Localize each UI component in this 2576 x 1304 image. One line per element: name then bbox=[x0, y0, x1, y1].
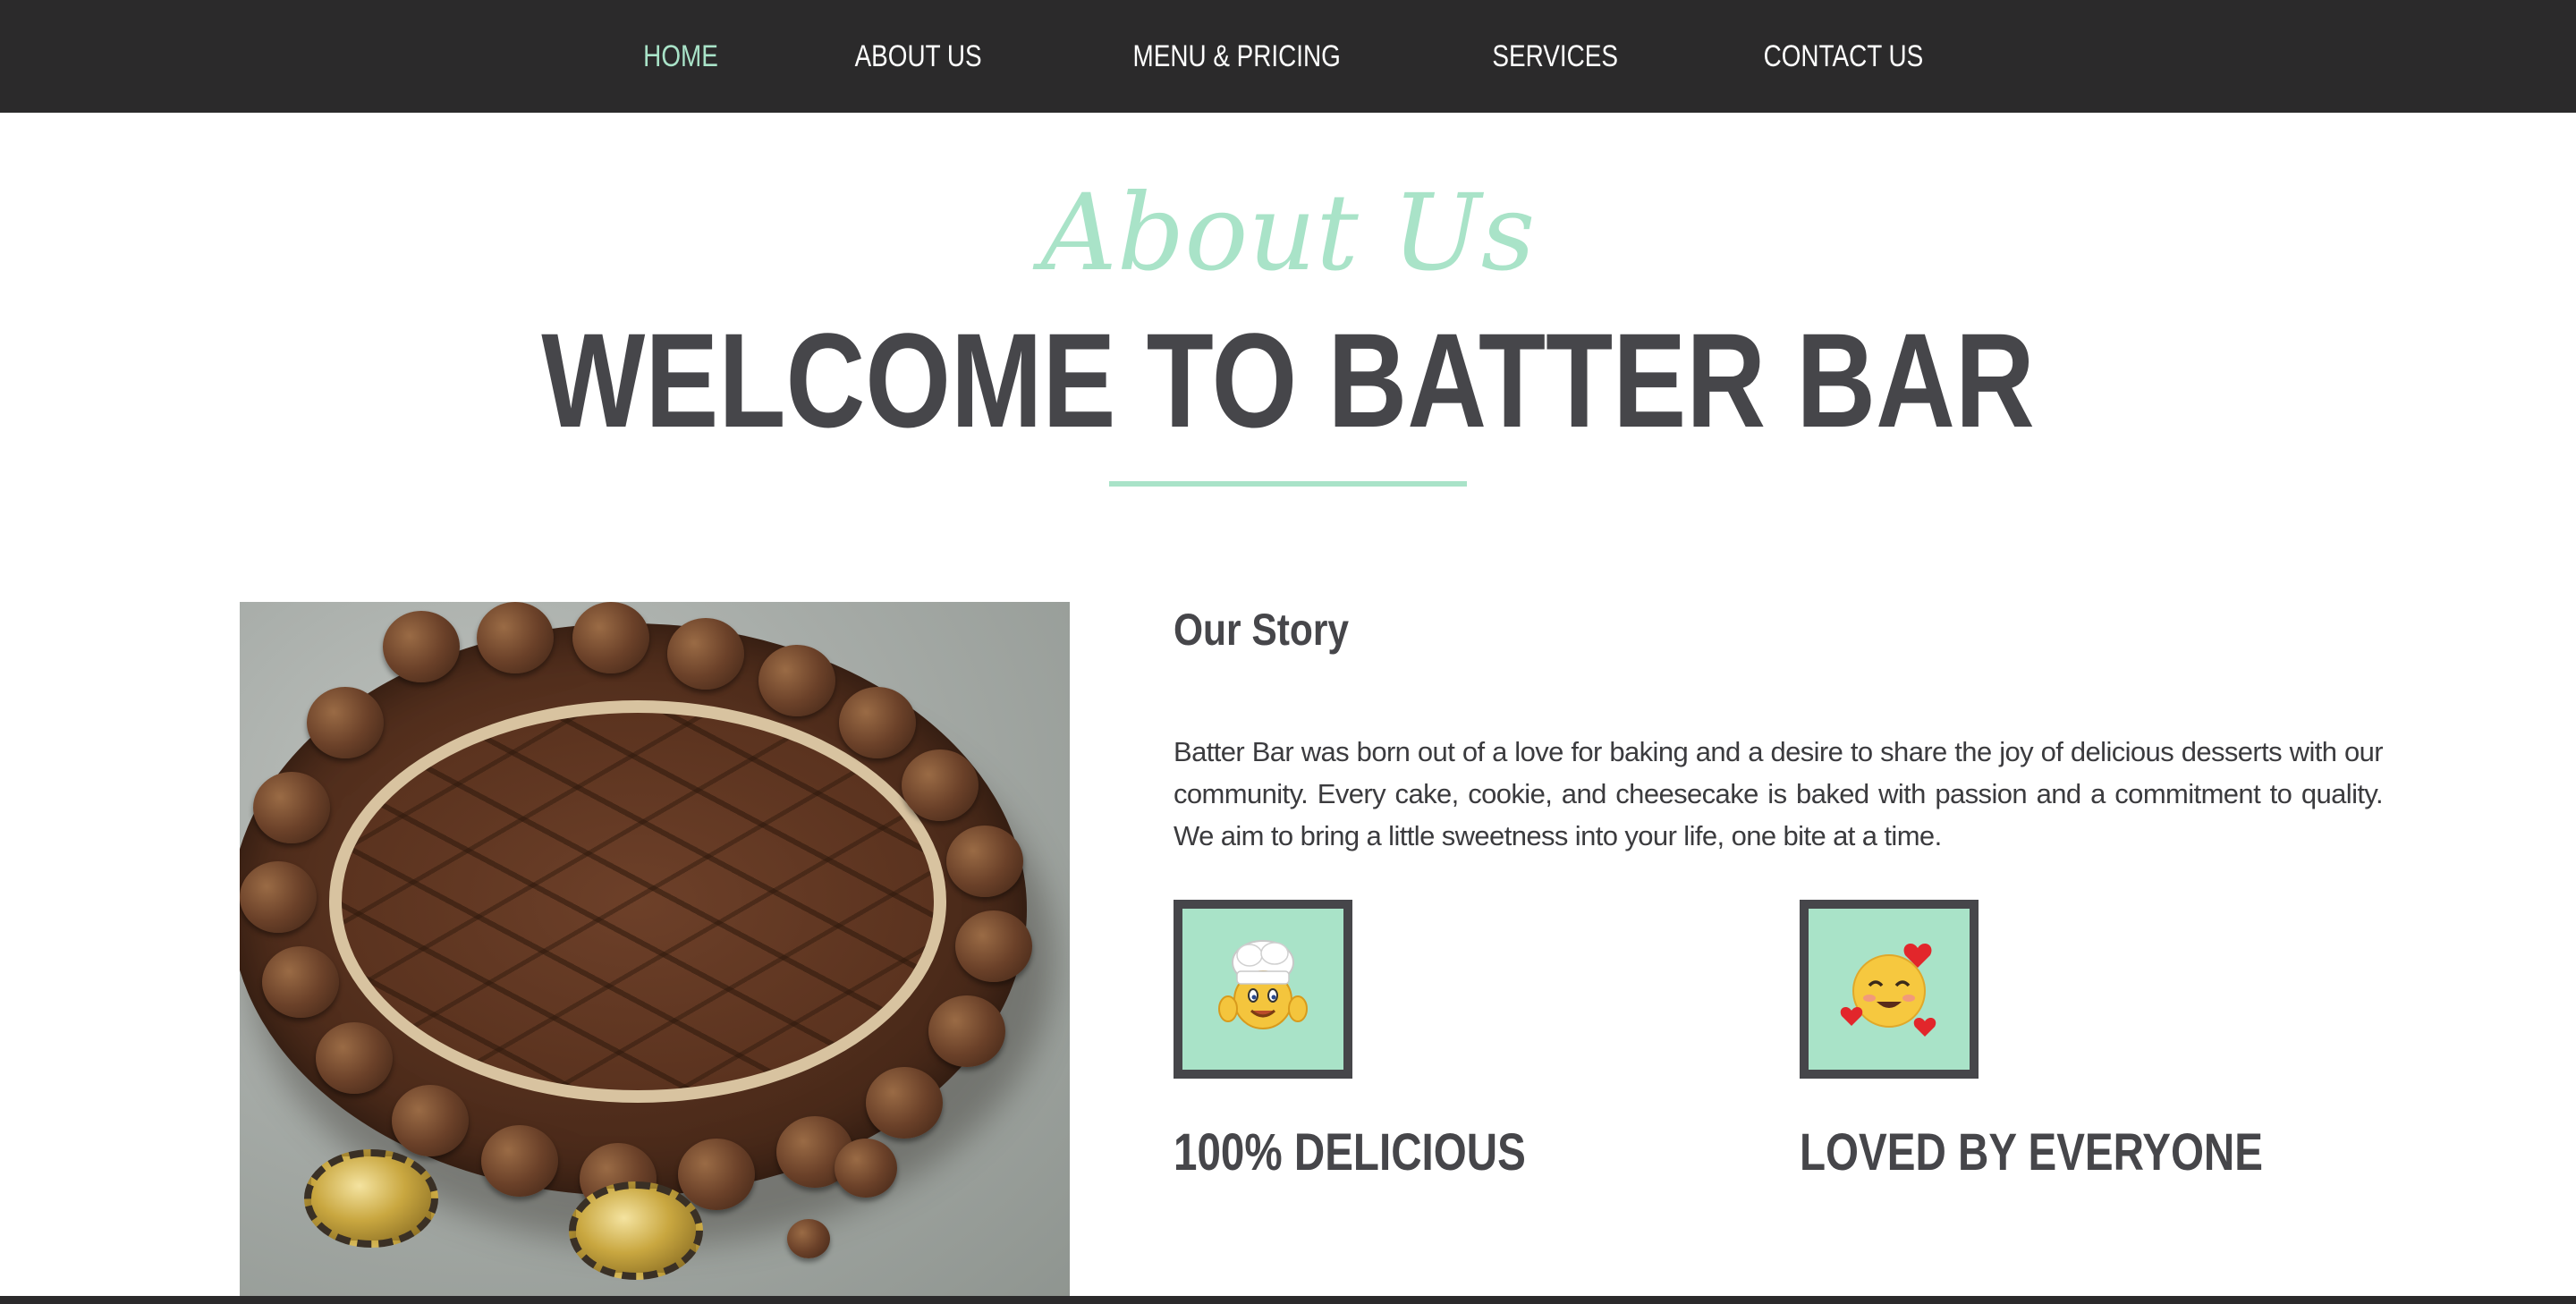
chocolate-cake-image bbox=[240, 602, 1070, 1298]
rocher-decoration bbox=[383, 611, 460, 682]
rocher-decoration bbox=[262, 946, 339, 1018]
rocher-decoration bbox=[481, 1125, 558, 1197]
rocher-decoration bbox=[253, 772, 330, 843]
rocher-decoration bbox=[928, 995, 1005, 1067]
page-title-text: WELCOME TO BATTER BAR bbox=[541, 305, 2035, 455]
feature-label-loved: LOVED BY EVERYONE bbox=[1800, 1123, 2264, 1181]
rocher-decoration bbox=[316, 1022, 393, 1094]
rocher-decoration bbox=[307, 687, 384, 758]
feature-label-delicious: 100% DELICIOUS bbox=[1174, 1123, 1526, 1181]
rocher-decoration bbox=[946, 826, 1023, 897]
rocher-decoration bbox=[866, 1067, 943, 1139]
feature-icon-box bbox=[1174, 900, 1352, 1079]
nav-item-menu-pricing[interactable]: MENU & PRICING bbox=[1133, 39, 1341, 74]
chef-emoji-icon bbox=[1218, 940, 1308, 1029]
nav-item-contact-us[interactable]: CONTACT US bbox=[1764, 39, 1924, 74]
nav-item-services[interactable]: SERVICES bbox=[1492, 39, 1617, 74]
nav-item-home[interactable]: HOME bbox=[643, 39, 718, 74]
page-title: WELCOME TO BATTER BAR bbox=[0, 304, 2576, 456]
bottom-bar bbox=[0, 1296, 2576, 1304]
cake-top bbox=[329, 700, 946, 1103]
title-divider bbox=[1109, 481, 1467, 487]
rocher-decoration bbox=[477, 602, 554, 673]
rocher-decoration bbox=[758, 645, 835, 716]
rocher-decoration bbox=[572, 602, 649, 673]
feature-icon-box bbox=[1800, 900, 1979, 1079]
rocher-decoration bbox=[392, 1085, 469, 1156]
rocher-decoration bbox=[955, 910, 1032, 982]
rocher-decoration bbox=[678, 1139, 755, 1210]
rocher-decoration bbox=[902, 749, 979, 821]
our-story-text: Batter Bar was born out of a love for ba… bbox=[1174, 736, 2384, 851]
top-navigation: HOME ABOUT US MENU & PRICING SERVICES CO… bbox=[0, 0, 2576, 113]
about-us-script-heading: About Us bbox=[1040, 171, 1536, 294]
nav-item-about-us[interactable]: ABOUT US bbox=[855, 39, 982, 74]
our-story-heading: Our Story bbox=[1174, 605, 1350, 655]
loose-chocolate bbox=[835, 1139, 897, 1198]
gold-wrapped-chocolate bbox=[569, 1181, 703, 1280]
rocher-decoration bbox=[240, 861, 317, 933]
rocher-decoration bbox=[839, 687, 916, 758]
smiling-hearts-emoji-icon bbox=[1840, 943, 1936, 1037]
rocher-decoration bbox=[667, 618, 744, 690]
gold-wrapped-chocolate bbox=[304, 1149, 438, 1248]
chocolate-crumb bbox=[787, 1219, 830, 1258]
